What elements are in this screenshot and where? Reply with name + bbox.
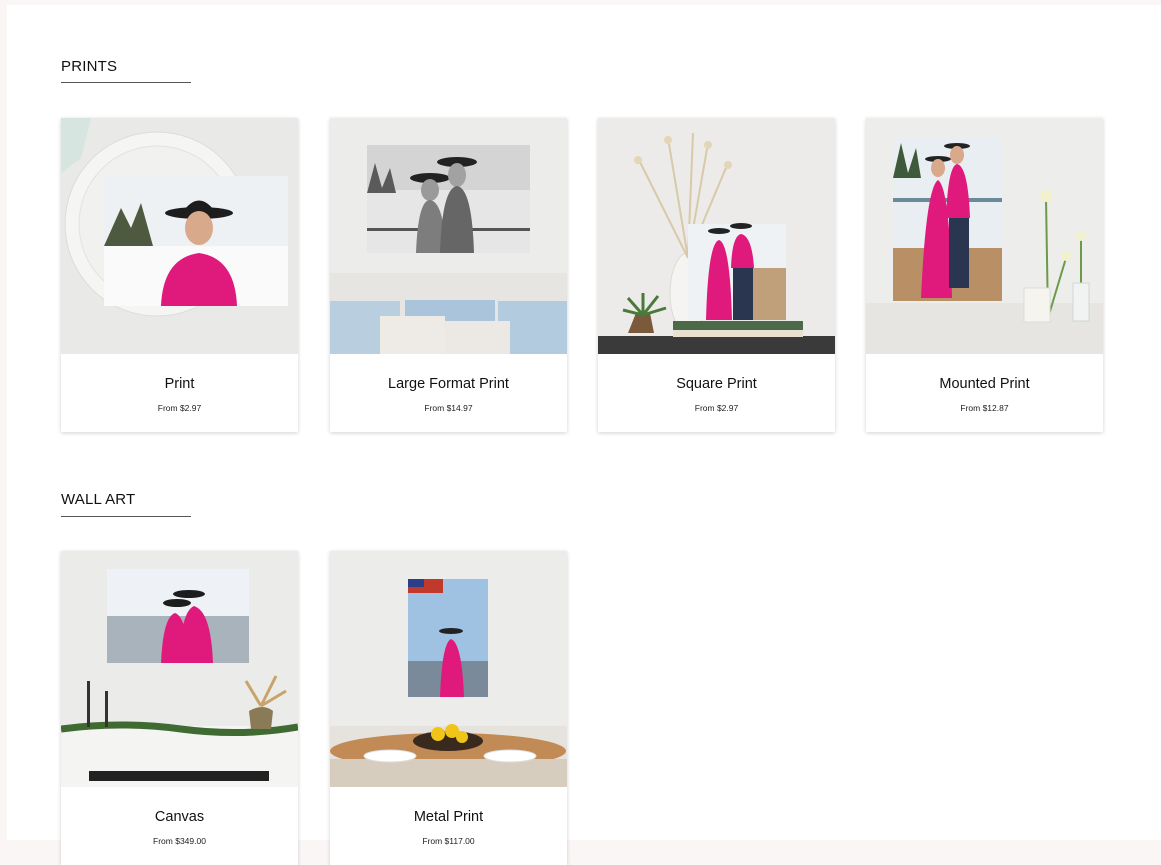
product-price: From $12.87: [960, 403, 1009, 413]
product-image-mounted-print: [866, 118, 1103, 354]
product-image-large-format-print: [330, 118, 567, 354]
product-image-square-print: [598, 118, 835, 354]
product-image-metal-print: [330, 551, 567, 787]
product-card-metal-print[interactable]: Metal Print From $117.00: [330, 551, 567, 865]
product-name: Metal Print: [413, 809, 484, 825]
product-card-print[interactable]: Print From $2.97: [61, 118, 298, 432]
product-price: From $117.00: [422, 836, 475, 846]
product-price: From $2.97: [694, 403, 739, 413]
product-image-canvas: [61, 551, 298, 787]
section-title-wall-art: WALL ART: [61, 491, 136, 508]
product-card-canvas[interactable]: Canvas From $349.00: [61, 551, 298, 865]
product-card-large-format-print[interactable]: Large Format Print From $14.97: [330, 118, 567, 432]
product-card-square-print[interactable]: Square Print From $2.97: [598, 118, 835, 432]
product-name: Canvas: [154, 809, 205, 825]
product-price: From $2.97: [157, 403, 202, 413]
product-name: Large Format Print: [388, 376, 509, 392]
product-name: Print: [164, 376, 195, 392]
product-image-print: [61, 118, 298, 354]
product-name: Square Print: [676, 376, 757, 392]
section-divider: [61, 516, 191, 517]
product-price: From $14.97: [424, 403, 473, 413]
product-page: PRINTS Print From $2.97 Large Format Pri…: [7, 5, 1161, 865]
product-price: From $349.00: [153, 836, 206, 846]
section-divider: [61, 82, 191, 83]
section-title-prints: PRINTS: [61, 58, 118, 75]
product-card-mounted-print[interactable]: Mounted Print From $12.87: [866, 118, 1103, 432]
product-name: Mounted Print: [939, 376, 1030, 392]
